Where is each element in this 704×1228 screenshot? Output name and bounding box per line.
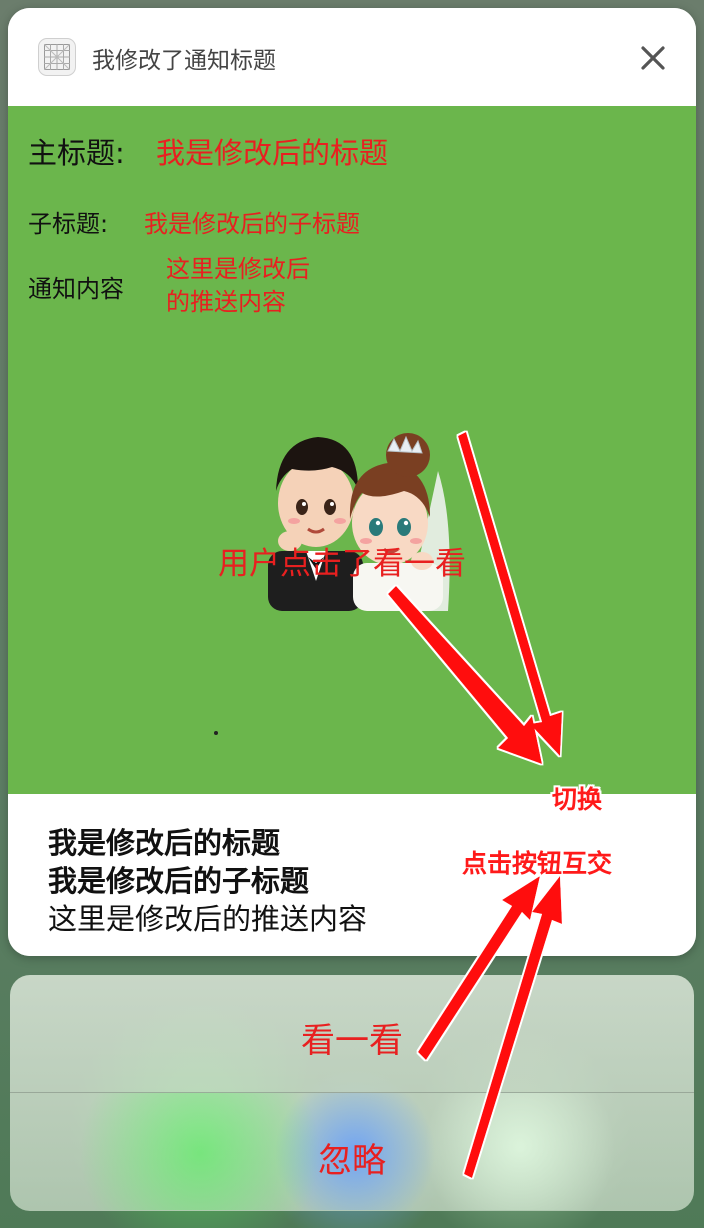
annotation-switch: 切换 xyxy=(552,785,603,814)
dot xyxy=(214,731,218,735)
summary-body: 这里是修改后的推送内容 xyxy=(48,902,368,936)
look-button[interactable]: 看一看 xyxy=(10,975,694,1092)
main-title-value: 我是修改后的标题 xyxy=(156,136,389,170)
ignore-button[interactable]: 忽略 xyxy=(10,1093,694,1210)
close-icon[interactable] xyxy=(633,38,673,78)
summary-title: 我是修改后的标题 xyxy=(48,826,281,860)
sub-title-label: 子标题: xyxy=(28,210,109,238)
body-label: 通知内容 xyxy=(28,275,124,303)
look-button-label: 看一看 xyxy=(301,1021,403,1061)
notification-title: 我修改了通知标题 xyxy=(92,48,276,74)
sub-title-value: 我是修改后的子标题 xyxy=(144,210,360,238)
grid-icon xyxy=(38,38,76,76)
ignore-button-label: 忽略 xyxy=(318,1141,386,1181)
notification-actions: 看一看 忽略 xyxy=(10,975,694,1211)
main-title-label: 主标题: xyxy=(28,136,125,170)
summary-subtitle: 我是修改后的子标题 xyxy=(48,864,310,898)
notification-header: 我修改了通知标题 xyxy=(8,8,696,106)
notification-content-area: 主标题: 我是修改后的标题 子标题: 我是修改后的子标题 通知内容 这里是修改后… xyxy=(8,106,696,794)
annotation-interact: 点击按钮互交 xyxy=(462,849,613,878)
body-value-line1: 这里是修改后 xyxy=(166,255,310,283)
clicked-status-text: 用户点击了看一看 xyxy=(218,546,466,582)
body-value-line2: 的推送内容 xyxy=(166,288,286,316)
